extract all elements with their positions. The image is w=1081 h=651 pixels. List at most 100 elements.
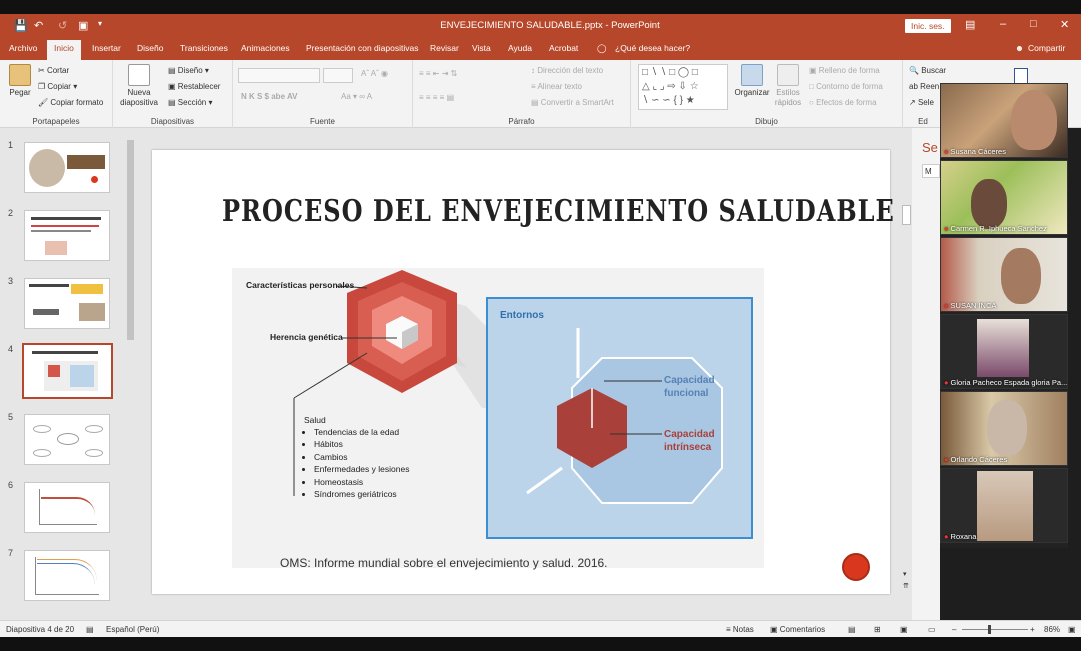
smartart-button[interactable]: ▤ Convertir a SmartArt	[531, 98, 614, 107]
shape-effects-button[interactable]: ○ Efectos de forma	[809, 98, 877, 107]
slide-thumbnail-3[interactable]	[24, 278, 110, 329]
save-icon[interactable]: 💾	[14, 19, 28, 32]
present-icon[interactable]: ▣	[78, 19, 88, 32]
slide-thumbnail-5[interactable]	[24, 414, 110, 465]
red-circle-button[interactable]	[842, 553, 870, 581]
select-button[interactable]: ↗ Sele	[909, 98, 934, 107]
right-side-pane: Se M	[912, 128, 940, 620]
slide-thumbnail-2[interactable]	[24, 210, 110, 261]
tab-presentacion[interactable]: Presentación con diapositivas	[306, 43, 418, 53]
shape-fill-button[interactable]: ▣ Relleno de forma	[809, 66, 880, 75]
font-size-select[interactable]	[323, 68, 353, 83]
participant-name: ● Roxana	[944, 532, 977, 541]
label-salud: Salud	[304, 415, 326, 425]
normal-view-icon[interactable]: ▤	[848, 625, 856, 634]
sign-in-button[interactable]: Inic. ses.	[905, 19, 951, 33]
spellcheck-icon[interactable]: ▤	[86, 625, 94, 634]
tell-me-search[interactable]: ¿Qué desea hacer?	[615, 43, 690, 53]
title-bar: 💾 ↶ ↺ ▣ ▾ ENVEJECIMIENTO SALUDABLE.pptx …	[0, 14, 1081, 38]
scroll-down-icon[interactable]: ▾	[903, 570, 907, 578]
zoom-in-icon[interactable]: +	[1030, 625, 1035, 634]
participant-tile[interactable]: ● Orlando Cáceres	[940, 391, 1068, 466]
slide-title[interactable]: PROCESO DEL ENVEJECIMIENTO SALUDABLE	[222, 192, 894, 228]
redo-icon[interactable]: ↺	[58, 19, 67, 32]
prev-slide-icon[interactable]: ⇈	[903, 582, 909, 590]
notes-button[interactable]: ≡ Notas	[726, 625, 754, 634]
undo-icon[interactable]: ↶	[34, 19, 43, 32]
slide-thumbnail-7[interactable]	[24, 550, 110, 601]
zoom-slider-track[interactable]	[962, 629, 1028, 630]
slide-thumbnail-4[interactable]	[22, 343, 113, 399]
tab-vista[interactable]: Vista	[472, 43, 491, 53]
scrollbar-thumb[interactable]	[902, 205, 911, 225]
slide-scrollbar[interactable]: ▾ ⇈	[901, 150, 912, 600]
tab-animaciones[interactable]: Animaciones	[241, 43, 290, 53]
format-painter-button[interactable]: 🖌 Copiar formato	[38, 98, 103, 107]
replace-button[interactable]: ab Reen	[909, 82, 939, 91]
participant-tile[interactable]: ● Roxana	[940, 468, 1068, 543]
copy-button[interactable]: ❐ Copiar ▾	[38, 82, 77, 91]
share-button[interactable]: Compartir	[1028, 43, 1065, 53]
slide-number: 1	[8, 140, 14, 150]
close-icon[interactable]: ✕	[1060, 18, 1069, 31]
participant-video	[1011, 90, 1057, 150]
font-name-select[interactable]	[238, 68, 320, 83]
minimize-icon[interactable]: –	[1000, 18, 1006, 30]
maximize-icon[interactable]: □	[1030, 18, 1037, 30]
cut-button[interactable]: ✂ Cortar	[38, 66, 69, 75]
ribbon-display-icon[interactable]: ▤	[965, 18, 975, 31]
participant-tile[interactable]: ● Susana Cáceres	[940, 83, 1068, 158]
slide-thumbnail-6[interactable]	[24, 482, 110, 533]
shape-outline-button[interactable]: □ Contorno de forma	[809, 82, 883, 91]
healthy-aging-figure[interactable]: Características personales Herencia gené…	[232, 268, 764, 568]
section-button[interactable]: ▤ Sección ▾	[168, 98, 213, 107]
slide-thumbnails-panel: 1 2 3 4 5 6 7	[0, 128, 137, 620]
salud-item: Cambios	[314, 451, 409, 463]
font-color-icon[interactable]: Aa ▾ ∞ A	[341, 92, 372, 101]
participant-tile[interactable]: ● Carmen R. Iphueca Sanchez	[940, 160, 1068, 235]
tab-acrobat[interactable]: Acrobat	[549, 43, 578, 53]
text-direction-button[interactable]: ↕ Dirección del texto	[531, 66, 603, 75]
zoom-out-icon[interactable]: –	[952, 625, 956, 634]
paste-button[interactable]: Pegar	[6, 64, 34, 98]
language-indicator[interactable]: Español (Perú)	[106, 625, 159, 634]
align-text-button[interactable]: ≡ Alinear texto	[531, 82, 582, 91]
align-icon[interactable]: ≡ ≡ ≡ ≡ ▤	[419, 93, 454, 102]
font-style-buttons[interactable]: N K S $ abe AV	[241, 92, 297, 101]
tab-revisar[interactable]: Revisar	[430, 43, 459, 53]
scrollbar-thumb[interactable]	[127, 140, 134, 340]
comments-button[interactable]: ▣ Comentarios	[770, 625, 825, 634]
slideshow-icon[interactable]: ▭	[928, 625, 936, 634]
tab-insertar[interactable]: Insertar	[92, 43, 121, 53]
customize-qa-icon[interactable]: ▾	[98, 19, 102, 28]
quick-styles-button[interactable]: Estilos rápidos	[772, 64, 804, 108]
find-button[interactable]: 🔍 Buscar	[909, 66, 946, 75]
layout-button[interactable]: ▤ Diseño ▾	[168, 66, 209, 75]
thumbnail-scrollbar[interactable]	[126, 130, 135, 618]
tab-ayuda[interactable]: Ayuda	[508, 43, 532, 53]
new-slide-button[interactable]: Nueva diapositiva	[119, 64, 159, 108]
participant-tile[interactable]: ● SUSAN INCA	[940, 237, 1068, 312]
screen-top-edge	[0, 0, 1081, 14]
current-slide[interactable]: PROCESO DEL ENVEJECIMIENTO SALUDABLE Car…	[152, 150, 894, 594]
fit-slide-icon[interactable]: ▣	[1068, 625, 1076, 634]
font-group: Aˆ Aˇ ◉ N K S $ abe AV Aa ▾ ∞ A Fuente	[233, 60, 413, 128]
pane-field[interactable]: M	[922, 164, 940, 178]
slide-sorter-icon[interactable]: ⊞	[874, 625, 881, 634]
slide-thumbnail-1[interactable]	[24, 142, 110, 193]
thumb-image	[45, 241, 67, 255]
shapes-gallery[interactable]: □ ∖ ∖ □ ◯ □ △ ⌞ ⌟ ⇨ ⇩ ☆ ∖ ∽ ∽ { } ★	[638, 64, 728, 110]
arrange-button[interactable]: Organizar	[733, 64, 771, 98]
reading-view-icon[interactable]: ▣	[900, 625, 908, 634]
bullets-icon[interactable]: ≡ ≡ ⇤ ⇥ ⇅	[419, 69, 457, 78]
tab-transiciones[interactable]: Transiciones	[180, 43, 228, 53]
citation-text[interactable]: OMS: Informe mundial sobre el envejecimi…	[280, 556, 608, 570]
tab-inicio[interactable]: Inicio	[47, 40, 81, 60]
tab-diseno[interactable]: Diseño	[137, 43, 163, 53]
zoom-level[interactable]: 86%	[1044, 625, 1060, 634]
tab-archivo[interactable]: Archivo	[9, 43, 37, 53]
zoom-slider-handle[interactable]	[988, 625, 991, 634]
participant-tile[interactable]: ● Gloria Pacheco Espada gloria Pa...	[940, 314, 1068, 389]
reset-button[interactable]: ▣ Restablecer	[168, 82, 220, 91]
font-grow-icon[interactable]: Aˆ Aˇ ◉	[361, 69, 388, 78]
